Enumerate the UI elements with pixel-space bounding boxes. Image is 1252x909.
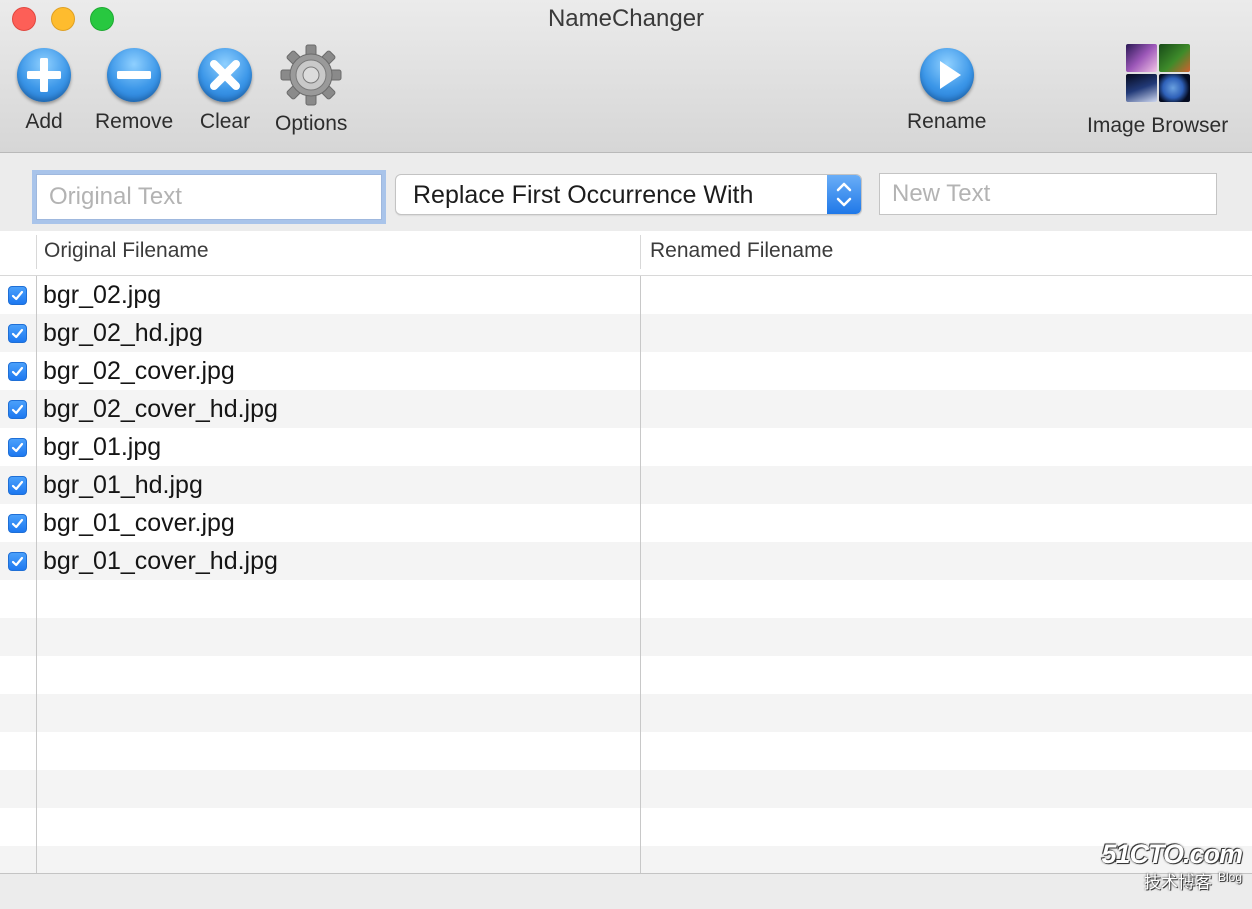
gear-icon [279, 44, 343, 106]
empty-row [0, 770, 1252, 808]
original-text-input[interactable] [36, 174, 382, 220]
minus-circle-icon [107, 48, 162, 102]
remove-label: Remove [95, 110, 174, 133]
table-body: bgr_02.jpg bgr_02_hd.jpg bgr_02_cover.jp… [0, 276, 1252, 873]
replace-mode-popup[interactable]: Replace First Occurrence With [395, 174, 862, 215]
row-checkbox[interactable] [8, 324, 27, 343]
table-row[interactable]: bgr_02_cover.jpg [0, 352, 1252, 390]
row-checkbox[interactable] [8, 514, 27, 533]
original-filename: bgr_02.jpg [43, 281, 162, 309]
remove-button[interactable]: Remove [95, 48, 173, 134]
rename-button[interactable]: Rename [907, 48, 986, 134]
clear-label: Clear [199, 110, 251, 133]
header-divider[interactable] [640, 235, 641, 269]
table-row[interactable]: bgr_01_cover.jpg [0, 504, 1252, 542]
original-filename: bgr_01_cover.jpg [43, 509, 235, 537]
table-row[interactable]: bgr_01.jpg [0, 428, 1252, 466]
options-button[interactable]: Options [275, 44, 348, 136]
original-filename: bgr_01.jpg [43, 433, 162, 461]
table-row[interactable]: bgr_02.jpg [0, 276, 1252, 314]
original-filename: bgr_01_hd.jpg [43, 471, 203, 499]
row-checkbox[interactable] [8, 362, 27, 381]
photo-grid-icon [1125, 44, 1190, 102]
empty-row [0, 694, 1252, 732]
header-divider [36, 235, 37, 269]
table-header: Original Filename Renamed Filename [0, 231, 1252, 276]
clear-button[interactable]: Clear [198, 48, 252, 134]
original-filename: bgr_02_cover.jpg [43, 357, 235, 385]
file-table: Original Filename Renamed Filename bgr_0… [0, 231, 1252, 873]
play-circle-icon [919, 48, 974, 102]
empty-row [0, 846, 1252, 873]
table-row[interactable]: bgr_01_cover_hd.jpg [0, 542, 1252, 580]
empty-row [0, 732, 1252, 770]
image-browser-button[interactable]: Image Browser [1087, 44, 1228, 138]
empty-row [0, 808, 1252, 846]
row-checkbox[interactable] [8, 400, 27, 419]
table-row[interactable]: bgr_02_hd.jpg [0, 314, 1252, 352]
empty-row [0, 580, 1252, 618]
add-label: Add [25, 110, 63, 133]
image-browser-label: Image Browser [1087, 114, 1229, 137]
table-row[interactable]: bgr_01_hd.jpg [0, 466, 1252, 504]
plus-circle-icon [17, 48, 71, 102]
row-checkbox[interactable] [8, 438, 27, 457]
popup-stepper-icon [827, 175, 861, 214]
table-row[interactable]: bgr_02_cover_hd.jpg [0, 390, 1252, 428]
options-label: Options [275, 112, 348, 135]
x-circle-icon [198, 48, 252, 102]
row-checkbox[interactable] [8, 476, 27, 495]
original-filename: bgr_02_hd.jpg [43, 319, 203, 347]
original-filename: bgr_02_cover_hd.jpg [43, 395, 278, 423]
window-title: NameChanger [547, 5, 705, 32]
empty-row [0, 656, 1252, 694]
column-header-renamed[interactable]: Renamed Filename [650, 239, 833, 263]
row-checkbox[interactable] [8, 286, 27, 305]
new-text-input[interactable] [879, 173, 1217, 215]
window-footer [0, 873, 1252, 909]
titlebar: NameChanger Add Remove Clear Options Ren… [0, 0, 1252, 153]
row-checkbox[interactable] [8, 552, 27, 571]
empty-row [0, 618, 1252, 656]
add-button[interactable]: Add [17, 48, 71, 134]
rename-options-bar: Replace First Occurrence With [0, 153, 1252, 231]
column-header-original[interactable]: Original Filename [44, 239, 209, 263]
original-filename: bgr_01_cover_hd.jpg [43, 547, 278, 575]
rename-label: Rename [907, 110, 987, 133]
replace-mode-value: Replace First Occurrence With [413, 181, 754, 209]
column-divider [640, 276, 641, 873]
column-divider [36, 276, 37, 873]
